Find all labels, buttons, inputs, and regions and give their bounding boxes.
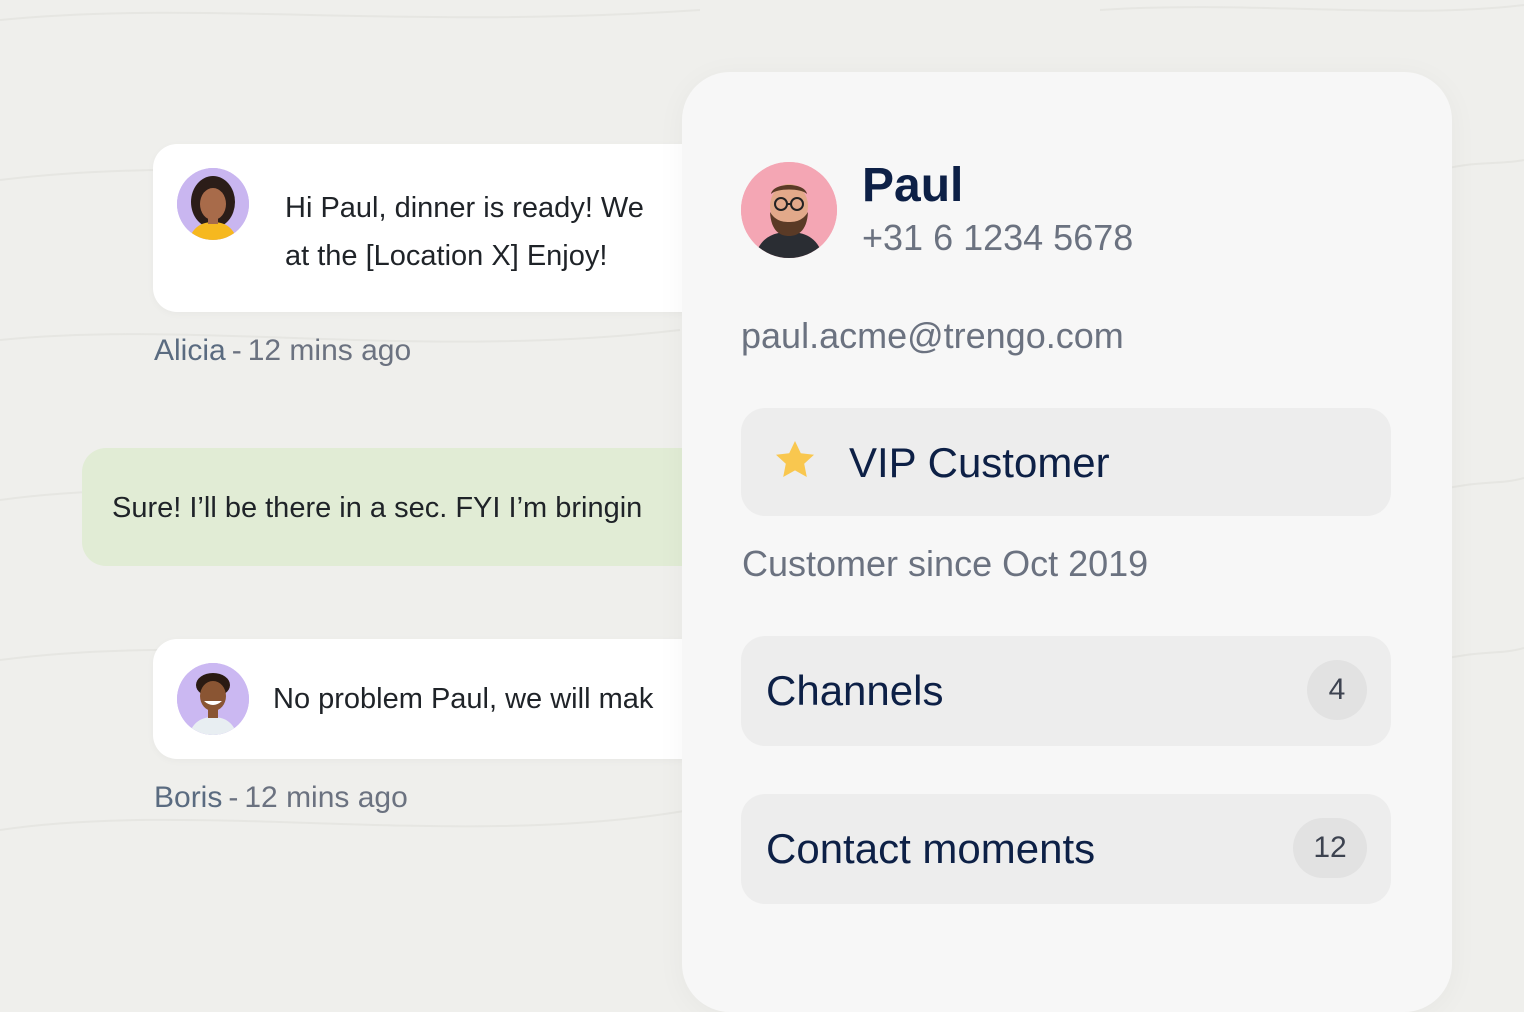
vip-badge: VIP Customer (741, 408, 1391, 516)
message-time: 12 mins ago (244, 781, 408, 814)
chat-thread: Hi Paul, dinner is ready! We at the [Loc… (0, 0, 684, 966)
chat-message-outgoing[interactable]: Sure! I’ll be there in a sec. FYI I’m br… (82, 448, 684, 566)
avatar-boris (177, 663, 249, 735)
chat-message-boris[interactable]: No problem Paul, we will mak (153, 639, 684, 759)
meta-separator: - (228, 781, 239, 814)
message-meta-alicia: Alicia -12 mins ago (154, 334, 411, 368)
contact-email[interactable]: paul.acme@trengo.com (741, 314, 1124, 358)
message-line: at the [Location X] Enjoy! (285, 240, 608, 272)
channels-row[interactable]: Channels 4 (741, 636, 1391, 746)
vip-label: VIP Customer (849, 439, 1110, 486)
avatar-alicia (177, 168, 249, 240)
contact-moments-label: Contact moments (766, 825, 1096, 872)
meta-separator: - (231, 334, 242, 367)
message-text: Hi Paul, dinner is ready! We at the [Loc… (285, 184, 684, 280)
contact-moments-count-badge: 12 (1293, 818, 1367, 878)
message-text: No problem Paul, we will mak (273, 683, 654, 715)
contact-name: Paul (862, 159, 964, 212)
message-text: Sure! I’ll be there in a sec. FYI I’m br… (112, 492, 643, 524)
sender-name: Boris (154, 781, 223, 814)
contact-phone[interactable]: +31 6 1234 5678 (862, 216, 1133, 260)
channels-label: Channels (766, 667, 944, 714)
contact-moments-row[interactable]: Contact moments 12 (741, 794, 1391, 904)
chat-message-alicia[interactable]: Hi Paul, dinner is ready! We at the [Loc… (153, 144, 684, 312)
contact-avatar (741, 162, 837, 258)
channels-count-badge: 4 (1307, 660, 1367, 720)
star-icon (771, 436, 819, 489)
contact-panel: Paul +31 6 1234 5678 paul.acme@trengo.co… (682, 72, 1452, 1012)
customer-since: Customer since Oct 2019 (742, 543, 1149, 584)
message-meta-boris: Boris -12 mins ago (154, 781, 408, 815)
message-time: 12 mins ago (247, 334, 412, 367)
message-line: Hi Paul, dinner is ready! We (285, 192, 644, 224)
sender-name: Alicia (154, 334, 226, 367)
